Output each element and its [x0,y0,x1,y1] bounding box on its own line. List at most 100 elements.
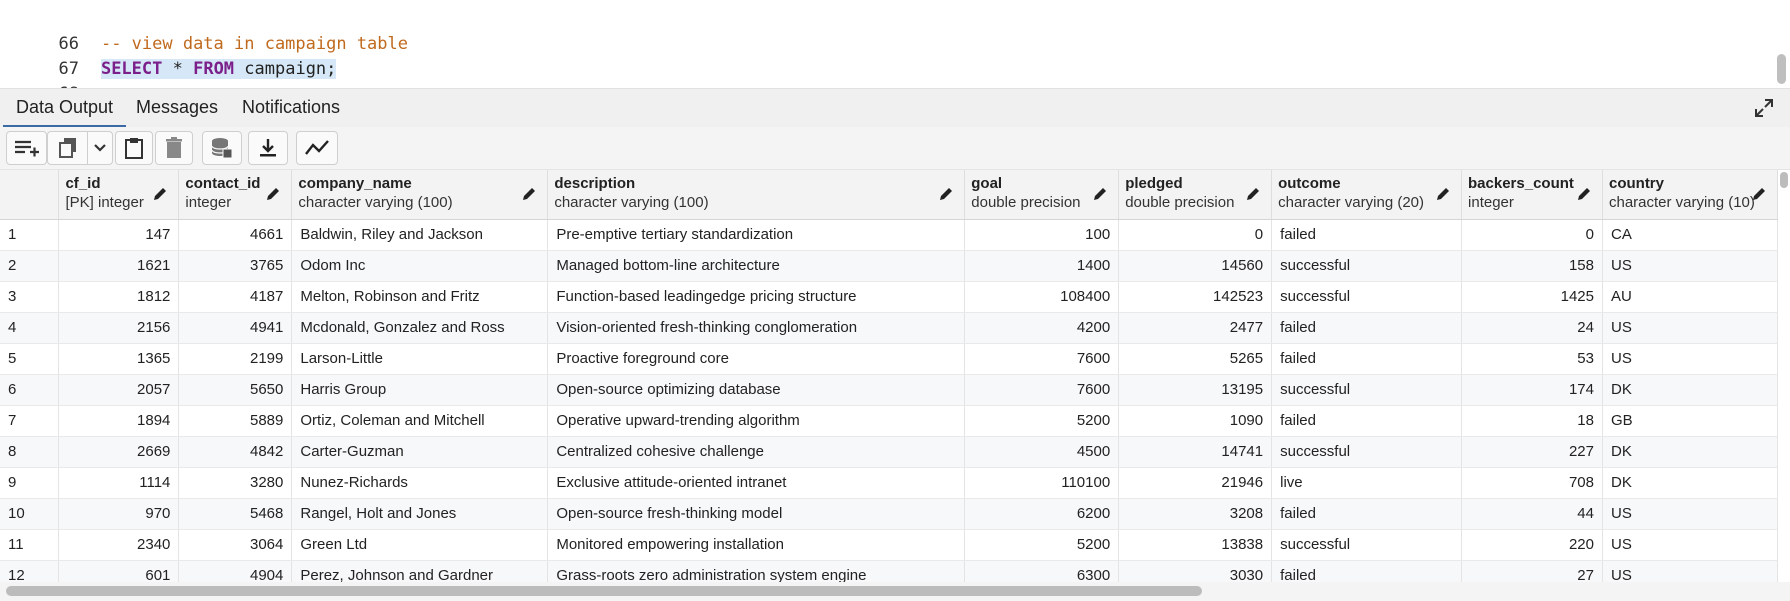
cell-description[interactable]: Pre-emptive tertiary standardization [547,219,966,251]
cell-description[interactable]: Monitored empowering installation [547,529,966,561]
row-number[interactable]: 7 [0,405,60,437]
cell-contact_id[interactable]: 4187 [178,281,293,313]
cell-company_name[interactable]: Carter-Guzman [291,436,549,468]
row-number[interactable]: 2 [0,250,60,282]
cell-country[interactable]: GB [1602,405,1778,437]
cell-goal[interactable]: 5200 [964,529,1120,561]
cell-cf_id[interactable]: 970 [58,498,180,530]
cell-backers_count[interactable]: 0 [1461,219,1603,251]
add-row-button[interactable] [6,131,47,165]
cell-country[interactable]: US [1602,529,1778,561]
cell-backers_count[interactable]: 44 [1461,498,1603,530]
row-number[interactable]: 1 [0,219,60,251]
cell-goal[interactable]: 1400 [964,250,1120,282]
copy-options-dropdown[interactable] [87,131,113,165]
cell-outcome[interactable]: failed [1271,312,1463,344]
cell-contact_id[interactable]: 3765 [178,250,293,282]
cell-backers_count[interactable]: 158 [1461,250,1603,282]
cell-company_name[interactable]: Odom Inc [291,250,549,282]
row-number-header[interactable] [0,170,60,220]
cell-goal[interactable]: 4200 [964,312,1120,344]
row-number[interactable]: 9 [0,467,60,499]
table-row[interactable]: 12 601 4904 Perez, Johnson and Gardner Grass… [0,560,1778,582]
table-row[interactable]: 6 2057 5650 Harris Group Open-source optimiz… [0,374,1778,406]
cell-pledged[interactable]: 3208 [1118,498,1273,530]
cell-backers_count[interactable]: 24 [1461,312,1603,344]
cell-contact_id[interactable]: 5468 [178,498,293,530]
data-grid[interactable]: cf_id [PK] integer contact_id integer compan… [0,170,1778,582]
edit-pencil-icon[interactable] [521,186,537,206]
cell-country[interactable]: US [1602,560,1778,582]
cell-outcome[interactable]: successful [1271,436,1463,468]
grid-vertical-scrollbar[interactable] [1780,172,1788,188]
cell-pledged[interactable]: 2477 [1118,312,1273,344]
cell-contact_id[interactable]: 4904 [178,560,293,582]
edit-pencil-icon[interactable] [1245,186,1261,206]
cell-country[interactable]: DK [1602,467,1778,499]
cell-cf_id[interactable]: 601 [58,560,180,582]
cell-country[interactable]: AU [1602,281,1778,313]
cell-backers_count[interactable]: 708 [1461,467,1603,499]
row-number[interactable]: 4 [0,312,60,344]
cell-description[interactable]: Vision-oriented fresh-thinking conglomer… [547,312,966,344]
row-number[interactable]: 5 [0,343,60,375]
row-number[interactable]: 3 [0,281,60,313]
delete-button[interactable] [155,131,193,165]
cell-outcome[interactable]: failed [1271,343,1463,375]
graph-visualiser-button[interactable] [296,131,338,165]
cell-goal[interactable]: 5200 [964,405,1120,437]
cell-contact_id[interactable]: 3064 [178,529,293,561]
tab-messages[interactable]: Messages [123,89,231,125]
cell-contact_id[interactable]: 5650 [178,374,293,406]
row-number[interactable]: 8 [0,436,60,468]
cell-company_name[interactable]: Ortiz, Coleman and Mitchell [291,405,549,437]
cell-contact_id[interactable]: 5889 [178,405,293,437]
cell-backers_count[interactable]: 220 [1461,529,1603,561]
cell-company_name[interactable]: Mcdonald, Gonzalez and Ross [291,312,549,344]
column-header-backers_count[interactable]: backers_count integer [1461,170,1603,220]
query-editor[interactable]: 66 -- view data in campaign table 67 SELEC… [0,0,1790,88]
table-row[interactable]: 3 1812 4187 Melton, Robinson and Fritz Funct… [0,281,1778,313]
cell-country[interactable]: US [1602,312,1778,344]
cell-contact_id[interactable]: 3280 [178,467,293,499]
cell-outcome[interactable]: failed [1271,219,1463,251]
cell-cf_id[interactable]: 2669 [58,436,180,468]
editor-scrollbar[interactable] [1777,54,1786,84]
cell-country[interactable]: CA [1602,219,1778,251]
cell-outcome[interactable]: failed [1271,498,1463,530]
cell-company_name[interactable]: Larson-Little [291,343,549,375]
table-row[interactable]: 7 1894 5889 Ortiz, Coleman and Mitchell Oper… [0,405,1778,437]
cell-description[interactable]: Operative upward-trending algorithm [547,405,966,437]
cell-country[interactable]: DK [1602,374,1778,406]
table-row[interactable]: 8 2669 4842 Carter-Guzman Centralized cohesi… [0,436,1778,468]
table-row[interactable]: 9 1114 3280 Nunez-Richards Exclusive attitud… [0,467,1778,499]
cell-pledged[interactable]: 0 [1118,219,1273,251]
cell-country[interactable]: US [1602,343,1778,375]
cell-contact_id[interactable]: 4661 [178,219,293,251]
cell-description[interactable]: Managed bottom-line architecture [547,250,966,282]
table-row[interactable]: 10 970 5468 Rangel, Holt and Jones Open-sour… [0,498,1778,530]
table-row[interactable]: 4 2156 4941 Mcdonald, Gonzalez and Ross Visi… [0,312,1778,344]
cell-cf_id[interactable]: 1114 [58,467,180,499]
column-header-contact_id[interactable]: contact_id integer [178,170,293,220]
cell-description[interactable]: Open-source fresh-thinking model [547,498,966,530]
cell-company_name[interactable]: Rangel, Holt and Jones [291,498,549,530]
cell-cf_id[interactable]: 2156 [58,312,180,344]
cell-backers_count[interactable]: 18 [1461,405,1603,437]
cell-pledged[interactable]: 13838 [1118,529,1273,561]
row-number[interactable]: 11 [0,529,60,561]
cell-company_name[interactable]: Baldwin, Riley and Jackson [291,219,549,251]
cell-backers_count[interactable]: 27 [1461,560,1603,582]
cell-goal[interactable]: 7600 [964,374,1120,406]
cell-description[interactable]: Open-source optimizing database [547,374,966,406]
cell-cf_id[interactable]: 1894 [58,405,180,437]
cell-company_name[interactable]: Nunez-Richards [291,467,549,499]
selected-query[interactable]: SELECT * FROM campaign; [100,59,337,79]
cell-backers_count[interactable]: 1425 [1461,281,1603,313]
edit-pencil-icon[interactable] [1092,186,1108,206]
editor-line[interactable]: 67 SELECT * FROM campaign; [0,32,337,79]
cell-pledged[interactable]: 3030 [1118,560,1273,582]
cell-cf_id[interactable]: 147 [58,219,180,251]
cell-outcome[interactable]: failed [1271,560,1463,582]
cell-cf_id[interactable]: 2057 [58,374,180,406]
